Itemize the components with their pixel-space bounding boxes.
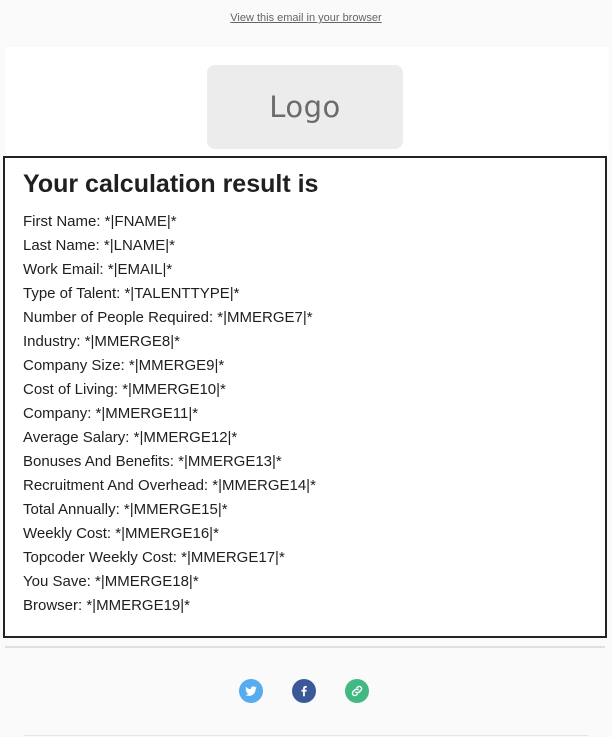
result-field-last-name: Last Name: *|LNAME|*	[23, 237, 176, 254]
result-field-recruitment-overhead: Recruitment And Overhead: *|MMERGE14|*	[23, 477, 316, 494]
result-field-you-save: You Save: *|MMERGE18|*	[23, 573, 199, 590]
preheader: View this email in your browser	[0, 12, 612, 24]
calculation-result-box: Your calculation result is First Name: *…	[3, 156, 607, 638]
result-title: Your calculation result is	[23, 170, 319, 198]
twitter-icon[interactable]	[239, 679, 263, 703]
result-field-industry: Industry: *|MMERGE8|*	[23, 333, 181, 350]
result-field-average-salary: Average Salary: *|MMERGE12|*	[23, 429, 238, 446]
divider	[5, 646, 605, 648]
result-field-cost-of-living: Cost of Living: *|MMERGE10|*	[23, 381, 226, 398]
email-header: Logo	[5, 47, 609, 157]
footer-divider	[24, 735, 588, 736]
facebook-icon[interactable]	[292, 679, 316, 703]
result-field-people-required: Number of People Required: *|MMERGE7|*	[23, 309, 313, 326]
result-field-bonuses-benefits: Bonuses And Benefits: *|MMERGE13|*	[23, 453, 282, 470]
result-field-topcoder-weekly-cost: Topcoder Weekly Cost: *|MMERGE17|*	[23, 549, 285, 566]
result-field-company-size: Company Size: *|MMERGE9|*	[23, 357, 225, 374]
result-field-weekly-cost: Weekly Cost: *|MMERGE16|*	[23, 525, 219, 542]
link-icon[interactable]	[345, 679, 369, 703]
result-field-browser: Browser: *|MMERGE19|*	[23, 597, 190, 614]
view-in-browser-link[interactable]: View this email in your browser	[230, 12, 381, 24]
result-field-list: First Name: *|FNAME|* Last Name: *|LNAME…	[23, 213, 316, 621]
logo: Logo	[207, 65, 403, 149]
result-field-first-name: First Name: *|FNAME|*	[23, 213, 177, 230]
social-links	[0, 679, 612, 703]
result-field-total-annually: Total Annually: *|MMERGE15|*	[23, 501, 228, 518]
logo-text: Logo	[269, 90, 341, 124]
result-field-work-email: Work Email: *|EMAIL|*	[23, 261, 173, 278]
result-field-talent-type: Type of Talent: *|TALENTTYPE|*	[23, 285, 240, 302]
result-field-company: Company: *|MMERGE11|*	[23, 405, 199, 422]
